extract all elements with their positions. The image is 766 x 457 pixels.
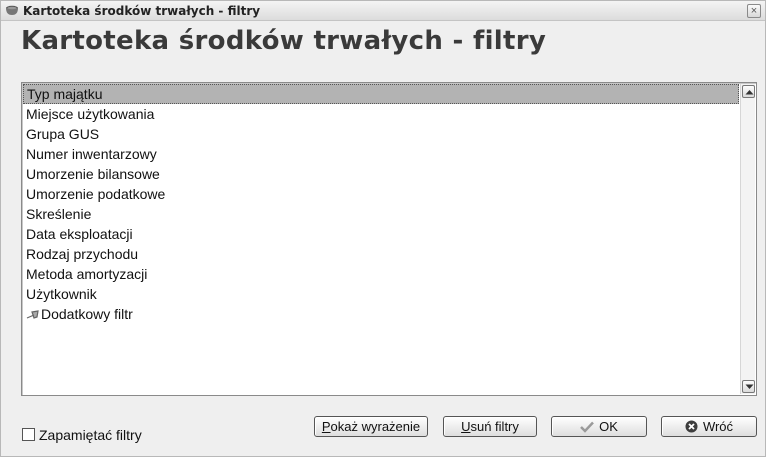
filter-item-label: Użytkownik <box>26 286 97 302</box>
filter-item-label: Skreślenie <box>26 206 92 222</box>
page-title: Kartoteka środków trwałych - filtry <box>21 26 547 56</box>
show-expression-label: okaż wyrażenie <box>330 419 421 434</box>
window-title: Kartoteka środków trwałych - filtry <box>23 4 261 18</box>
cup-icon <box>6 5 18 15</box>
pin-icon <box>26 310 39 319</box>
filter-item-label: Grupa GUS <box>26 126 100 142</box>
filter-item[interactable]: Grupa GUS <box>23 124 739 144</box>
arrow-up-icon <box>745 90 754 95</box>
filter-item[interactable]: Dodatkowy filtr <box>23 304 739 324</box>
remember-filters-checkbox[interactable] <box>22 428 35 441</box>
filter-item-label: Numer inwentarzowy <box>26 146 157 162</box>
close-button[interactable]: × <box>747 4 761 18</box>
filter-item-label: Umorzenie podatkowe <box>26 186 166 202</box>
close-icon: × <box>750 5 758 17</box>
show-expression-button[interactable]: Pokaż wyrażenie <box>314 416 428 437</box>
filter-item-label: Rodzaj przychodu <box>26 246 139 262</box>
filters-dialog: Kartoteka środków trwałych - filtry × Ka… <box>0 0 766 457</box>
filter-item[interactable]: Miejsce użytkowania <box>23 104 739 124</box>
filter-list-items: Typ majątku Miejsce użytkowania Grupa GUS N… <box>23 84 739 324</box>
filter-item-label: Metoda amortyzacji <box>26 266 148 282</box>
filter-item[interactable]: Numer inwentarzowy <box>23 144 739 164</box>
remove-filters-button[interactable]: Usuń filtry <box>443 416 537 437</box>
filter-item[interactable]: Umorzenie bilansowe <box>23 164 739 184</box>
scroll-down-button[interactable] <box>742 380 755 393</box>
filter-item-label: Miejsce użytkowania <box>26 106 155 122</box>
remove-filters-label: suń filtry <box>470 419 519 434</box>
filter-item-label: Data eksploatacji <box>26 226 133 242</box>
title-bar[interactable]: Kartoteka środków trwałych - filtry × <box>1 1 765 21</box>
filter-item[interactable]: Użytkownik <box>23 284 739 304</box>
filter-item-label: Typ majątku <box>27 86 103 102</box>
scroll-up-button[interactable] <box>742 85 755 98</box>
filter-item-label: Umorzenie bilansowe <box>26 166 160 182</box>
arrow-down-icon <box>745 384 754 389</box>
ok-label: OK <box>599 419 618 434</box>
cancel-icon <box>685 420 698 433</box>
filter-item[interactable]: Skreślenie <box>23 204 739 224</box>
filter-item[interactable]: Metoda amortyzacji <box>23 264 739 284</box>
filter-item[interactable]: Typ majątku <box>23 84 739 104</box>
back-label: Wróć <box>702 419 734 434</box>
back-button[interactable]: Wróć <box>661 416 757 437</box>
filter-item[interactable]: Rodzaj przychodu <box>23 244 739 264</box>
filter-item[interactable]: Data eksploatacji <box>23 224 739 244</box>
checkmark-icon <box>580 421 595 433</box>
ok-button[interactable]: OK <box>551 416 647 437</box>
filter-item-label: Dodatkowy filtr <box>41 306 133 322</box>
remember-filters-label: Zapamiętać filtry <box>39 427 142 443</box>
show-expression-accesskey: P <box>321 419 331 434</box>
vertical-scrollbar[interactable] <box>740 84 755 394</box>
filter-item[interactable]: Umorzenie podatkowe <box>23 184 739 204</box>
filter-list[interactable]: Typ majątku Miejsce użytkowania Grupa GUS N… <box>21 82 757 396</box>
